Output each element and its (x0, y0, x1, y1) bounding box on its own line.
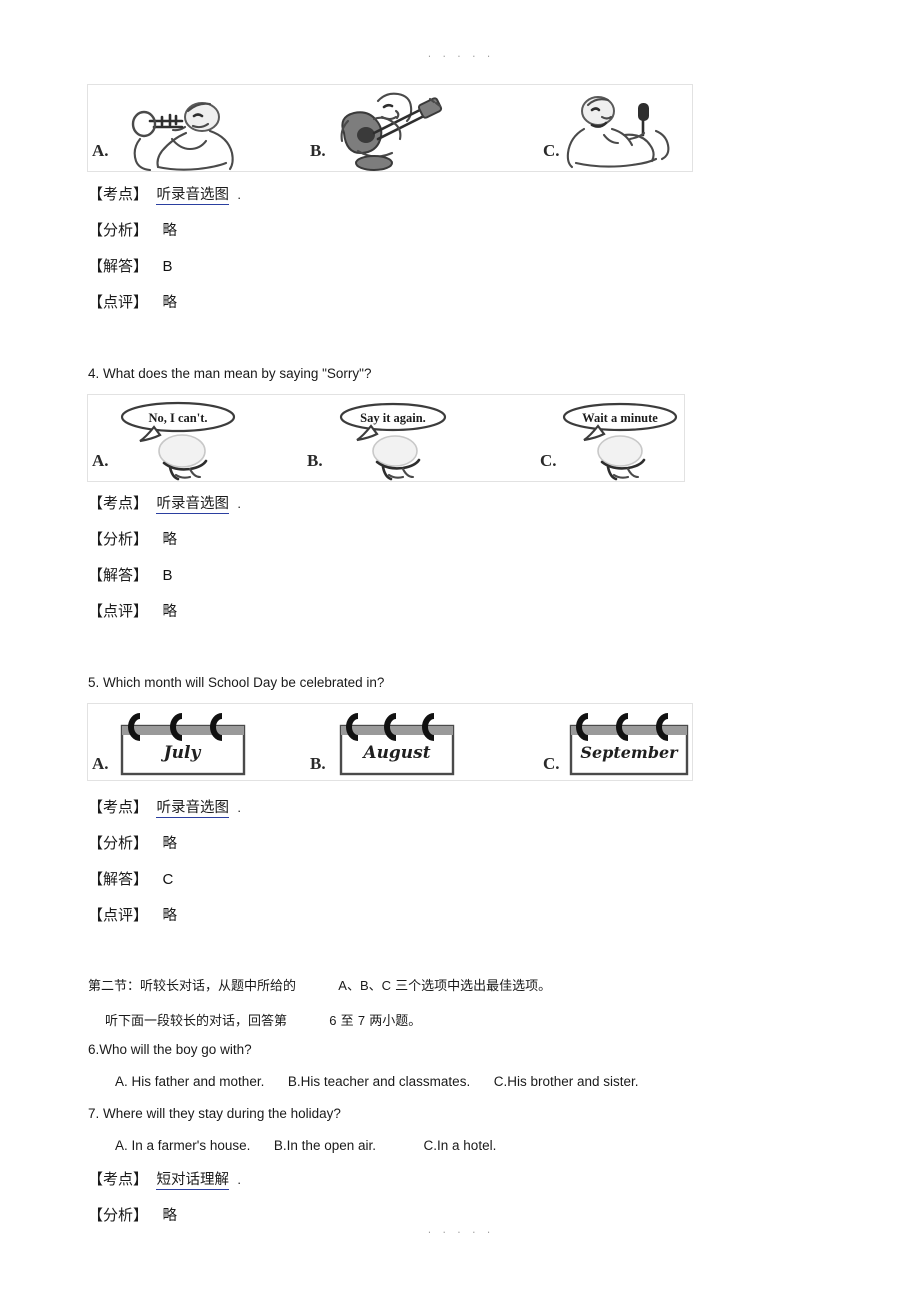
q4-bubble-c-text: Wait a minute (582, 411, 658, 425)
q5-option-b-letter: B. (310, 754, 326, 773)
q3-kaodian-row: 【考点】 听录音选图 . (88, 183, 242, 205)
q4-bubble-b-text: Say it again. (360, 411, 426, 425)
fenxi-label: 【分析】 (88, 530, 149, 548)
q6-choice-c[interactable]: C.His brother and sister. (494, 1074, 639, 1089)
page-separator-top: · · · · · (426, 52, 494, 62)
directions-text-1a: 第二节：听较长对话，从题中所给的 (88, 979, 297, 994)
fenxi-label: 【分析】 (88, 1206, 149, 1224)
q3-option-c-letter: C. (543, 141, 560, 160)
kaodian-period: . (237, 800, 242, 815)
q5-kaodian-row: 【考点】 听录音选图 . (88, 796, 242, 818)
q5-option-c-letter: C. (543, 754, 560, 773)
kaodian-label: 【考点】 (88, 185, 149, 203)
q3-fenxi-row: 【分析】 略 (88, 219, 177, 240)
trumpet-player-icon (110, 91, 250, 171)
directions-to-number: 7 (357, 1013, 366, 1028)
section-two-directions-line2: 听下面一段较长的对话，回答第 6 至 7 两小题。 (105, 1010, 421, 1029)
kaodian-link[interactable]: 短对话理解 (156, 1172, 229, 1190)
q4-stem: 4. What does the man mean by saying "Sor… (88, 366, 372, 381)
page-separator-bottom: · · · · · (426, 1228, 494, 1238)
q7-choice-b[interactable]: B.In the open air. (274, 1138, 376, 1153)
q3-jieda-row: 【解答】 B (88, 255, 172, 276)
q3-option-a-letter: A. (92, 141, 109, 160)
q6-choice-a[interactable]: A. His father and mother. (115, 1074, 264, 1089)
kaodian-period: . (237, 1172, 242, 1187)
directions-text-2e: 两小题。 (369, 1014, 422, 1029)
speech-bubble-icon: No, I can't. (116, 399, 276, 483)
fenxi-label: 【分析】 (88, 221, 149, 239)
q4-option-c-letter: C. (540, 451, 557, 470)
speech-bubble-icon: Wait a minute (558, 399, 698, 483)
kaodian-link[interactable]: 听录音选图 (156, 800, 229, 818)
dianping-label: 【点评】 (88, 293, 149, 311)
q5-calendar-b-month: August (361, 743, 430, 763)
q5-calendar-a-month: July (161, 743, 202, 763)
directions-text-1c: 三个选项中选出最佳选项。 (395, 979, 552, 994)
kaodian-label: 【考点】 (88, 1170, 149, 1188)
q5-calendar-c-month: September (580, 743, 679, 762)
jieda-value: B (162, 567, 173, 584)
kaodian-label: 【考点】 (88, 798, 149, 816)
section-two-kaodian-row: 【考点】 短对话理解 . (88, 1168, 242, 1190)
q5-jieda-row: 【解答】 C (88, 868, 173, 889)
kaodian-period: . (237, 496, 242, 511)
q6-stem: 6.Who will the boy go with? (88, 1042, 252, 1057)
section-two-fenxi-row: 【分析】 略 (88, 1204, 177, 1225)
jieda-label: 【解答】 (88, 257, 149, 275)
fenxi-label: 【分析】 (88, 834, 149, 852)
jieda-value: B (162, 258, 173, 275)
q6-choices: A. His father and mother. B.His teacher … (115, 1074, 639, 1089)
fenxi-value: 略 (162, 836, 177, 852)
q4-bubble-a-text: No, I can't. (148, 411, 207, 425)
q4-image-panel: A. No, I can't. B. Say it again. C. Wait… (87, 394, 685, 482)
q5-dianping-row: 【点评】 略 (88, 904, 177, 925)
q7-choice-c[interactable]: C.In a hotel. (424, 1138, 497, 1153)
q5-fenxi-row: 【分析】 略 (88, 832, 177, 853)
directions-text-2c: 至 (340, 1014, 354, 1029)
fenxi-value: 略 (162, 532, 177, 548)
q7-choice-a[interactable]: A. In a farmer's house. (115, 1138, 250, 1153)
guitar-player-icon (326, 89, 466, 171)
q4-option-b-letter: B. (307, 451, 323, 470)
dianping-value: 略 (162, 295, 177, 311)
q4-option-a-letter: A. (92, 451, 109, 470)
calendar-icon: August (336, 712, 462, 778)
q5-image-panel: A. July B. August C. September (87, 703, 693, 781)
jieda-label: 【解答】 (88, 566, 149, 584)
fenxi-value: 略 (162, 1208, 177, 1224)
q5-option-a-letter: A. (92, 754, 109, 773)
q7-stem: 7. Where will they stay during the holid… (88, 1106, 341, 1121)
singer-microphone-icon (560, 91, 690, 169)
directions-text-2a: 听下面一段较长的对话，回答第 (105, 1014, 288, 1029)
q4-fenxi-row: 【分析】 略 (88, 528, 177, 549)
q7-choices: A. In a farmer's house. B.In the open ai… (115, 1138, 496, 1153)
speech-bubble-icon: Say it again. (331, 399, 491, 483)
jieda-value: C (162, 871, 174, 888)
kaodian-link[interactable]: 听录音选图 (156, 496, 229, 514)
q4-kaodian-row: 【考点】 听录音选图 . (88, 492, 242, 514)
directions-from-number: 6 (329, 1013, 337, 1028)
q5-stem: 5. Which month will School Day be celebr… (88, 675, 385, 690)
kaodian-label: 【考点】 (88, 494, 149, 512)
jieda-label: 【解答】 (88, 870, 149, 888)
calendar-icon: September (566, 712, 692, 778)
q3-image-panel: A. B. C. (87, 84, 693, 172)
q6-choice-b[interactable]: B.His teacher and classmates. (288, 1074, 470, 1089)
q3-dianping-row: 【点评】 略 (88, 291, 177, 312)
calendar-icon: July (116, 712, 254, 778)
kaodian-link[interactable]: 听录音选图 (156, 187, 229, 205)
dianping-value: 略 (162, 908, 177, 924)
kaodian-period: . (237, 187, 242, 202)
q4-jieda-row: 【解答】 B (88, 564, 172, 585)
dianping-label: 【点评】 (88, 906, 149, 924)
section-two-directions-line1: 第二节：听较长对话，从题中所给的 A、B、C 三个选项中选出最佳选项。 (88, 975, 551, 994)
answer-key-page: · · · · · A. B. C. 【考点】 听录音选图 . 【分析】 略 【… (0, 0, 920, 1303)
q3-option-b-letter: B. (310, 141, 326, 160)
directions-options-abc: A、B、C (338, 978, 392, 993)
q4-dianping-row: 【点评】 略 (88, 600, 177, 621)
fenxi-value: 略 (162, 223, 177, 239)
dianping-value: 略 (162, 604, 177, 620)
dianping-label: 【点评】 (88, 602, 149, 620)
